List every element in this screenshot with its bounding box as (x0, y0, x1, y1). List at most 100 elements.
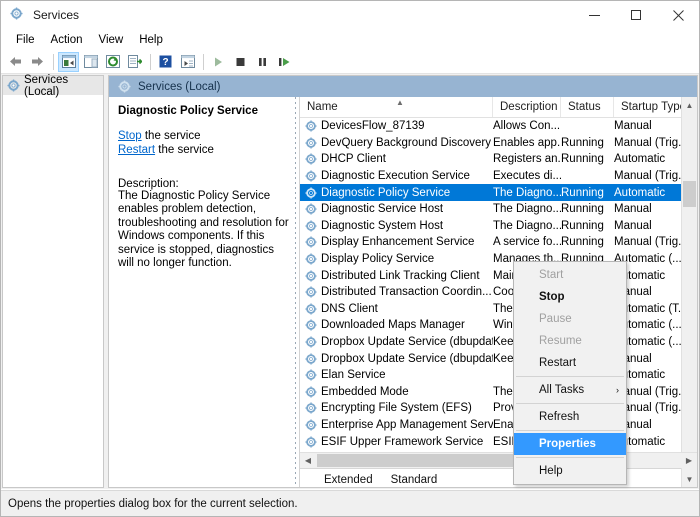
tab-extended[interactable]: Extended (315, 473, 382, 487)
properties-icon[interactable] (177, 52, 198, 72)
close-button[interactable] (657, 1, 699, 29)
table-row[interactable]: Elan ServiceRunningAutomatic (300, 367, 697, 384)
table-row[interactable]: DevicesFlow_87139 Allows Con... Manual (300, 118, 697, 135)
service-gear-icon (305, 187, 317, 199)
cell-description: The Diagno... (493, 203, 561, 216)
column-header-status[interactable]: Status (561, 97, 614, 117)
table-row[interactable]: DNS ClientThe DNS Cli...RunningAutomatic… (300, 301, 697, 318)
cell-startup-type: Manual (614, 219, 652, 232)
column-header-description[interactable]: Description (493, 97, 561, 117)
context-menu-item-restart[interactable]: Restart (514, 352, 626, 374)
window-title: Services (33, 8, 80, 22)
pause-service-icon[interactable] (252, 52, 273, 72)
service-gear-icon (305, 319, 317, 331)
context-menu-item-all-tasks[interactable]: All Tasks › (514, 379, 626, 401)
detail-pane-divider (292, 97, 299, 487)
cell-name: Diagnostic Execution Service (300, 170, 493, 182)
table-row[interactable]: DevQuery Background Discovery B... Enable… (300, 135, 697, 152)
scroll-down-arrow-icon[interactable]: ▼ (682, 471, 697, 487)
vertical-scroll-thumb[interactable] (683, 181, 696, 207)
context-menu-item-refresh[interactable]: Refresh (514, 406, 626, 428)
service-gear-icon (305, 369, 317, 381)
window-controls (573, 1, 699, 29)
back-icon[interactable] (5, 52, 26, 72)
column-label: Name (307, 101, 338, 113)
pane-header: Services (Local) (109, 76, 697, 97)
table-row[interactable]: Enterprise App Management ServiceEnables… (300, 417, 697, 434)
service-name-text: Diagnostic Service Host (321, 203, 444, 216)
service-name-text: Display Policy Service (321, 253, 435, 266)
table-row[interactable]: Distributed Link Tracking ClientMaintain… (300, 267, 697, 284)
stop-link[interactable]: Stop (118, 130, 142, 142)
table-row[interactable]: ESIF Upper Framework ServiceESIF Upper .… (300, 433, 697, 450)
cell-name: DNS Client (300, 303, 493, 315)
menu-help[interactable]: Help (131, 32, 171, 48)
stop-service-icon[interactable] (230, 52, 251, 72)
restart-link[interactable]: Restart (118, 144, 155, 156)
service-name-text: Dropbox Update Service (dbupdate) (321, 336, 493, 349)
forward-icon[interactable] (27, 52, 48, 72)
service-name-text: DevQuery Background Discovery B... (321, 136, 493, 149)
scroll-left-arrow-icon[interactable]: ◀ (300, 456, 316, 465)
table-row[interactable]: Embedded ModeThe Embed...Manual (Trig... (300, 384, 697, 401)
cell-startup-type: Automatic (614, 186, 666, 199)
status-bar-text: Opens the properties dialog box for the … (8, 497, 298, 510)
column-header-name[interactable]: Name ▲ (300, 97, 493, 117)
context-menu-item-stop[interactable]: Stop (514, 286, 626, 308)
table-row[interactable]: Diagnostic Policy Service The Diagno... Ru… (300, 184, 697, 201)
service-gear-icon (305, 170, 317, 182)
refresh-icon[interactable] (102, 52, 123, 72)
scroll-up-arrow-icon[interactable]: ▲ (682, 97, 697, 113)
table-row[interactable]: Diagnostic Service Host The Diagno... Runn… (300, 201, 697, 218)
tab-standard[interactable]: Standard (382, 473, 447, 487)
context-menu: Start Stop Pause Resume Restart All Tasks › Ref… (513, 261, 627, 485)
table-row[interactable]: Diagnostic Execution Service Executes di.… (300, 168, 697, 185)
menu-item-label: All Tasks (539, 384, 585, 396)
table-row[interactable]: Display Policy Service Manages th... Runni… (300, 251, 697, 268)
results-pane: Services (Local) Diagnostic Policy Servi… (108, 75, 698, 488)
service-gear-icon (305, 436, 317, 448)
context-menu-item-pause: Pause (514, 308, 626, 330)
table-row[interactable]: DHCP Client Registers an... Running Automat… (300, 151, 697, 168)
table-row[interactable]: Dropbox Update Service (dbupdate)Keeps y… (300, 334, 697, 351)
show-hide-action-pane-icon[interactable] (80, 52, 101, 72)
cell-name: ESIF Upper Framework Service (300, 436, 493, 448)
menu-view[interactable]: View (91, 32, 132, 48)
scroll-right-arrow-icon[interactable]: ▶ (681, 456, 697, 465)
service-name-text: Distributed Transaction Coordin... (321, 286, 492, 299)
table-row[interactable]: Diagnostic System Host The Diagno... Runni… (300, 218, 697, 235)
context-menu-item-properties[interactable]: Properties (514, 433, 626, 455)
restart-service-icon[interactable] (274, 52, 295, 72)
cell-name: Distributed Transaction Coordin... (300, 286, 493, 298)
cell-status: Running (561, 219, 604, 232)
show-hide-console-tree-icon[interactable] (58, 51, 79, 72)
export-list-icon[interactable] (124, 52, 145, 72)
table-row[interactable]: Encrypting File System (EFS)Provides th.… (300, 400, 697, 417)
table-row[interactable]: Display Enhancement Service A service fo.… (300, 234, 697, 251)
column-header-startup-type[interactable]: Startup Type (614, 97, 689, 117)
horizontal-scrollbar[interactable]: ◀ ▶ (300, 452, 697, 468)
cell-startup-type: Manual (Trig... (614, 170, 688, 183)
menu-file[interactable]: File (8, 32, 43, 48)
maximize-button[interactable] (615, 1, 657, 29)
cell-name: Dropbox Update Service (dbupdatem) (300, 353, 493, 365)
service-gear-icon (305, 153, 317, 166)
vertical-scrollbar[interactable]: ▲ ▼ (681, 97, 697, 487)
service-name-text: DHCP Client (321, 153, 386, 166)
menu-action[interactable]: Action (43, 32, 91, 48)
table-row[interactable]: Distributed Transaction Coordin...Coordi… (300, 284, 697, 301)
context-menu-item-help[interactable]: Help (514, 460, 626, 482)
table-row[interactable]: Dropbox Update Service (dbupdatem)Keeps … (300, 350, 697, 367)
service-name-text: Enterprise App Management Service (321, 418, 493, 431)
start-service-icon[interactable] (208, 52, 229, 72)
tree-item-services-local[interactable]: Services (Local) (3, 74, 104, 98)
table-row[interactable]: Downloaded Maps ManagerWindows se...Auto… (300, 317, 697, 334)
title-bar: Services (1, 1, 699, 29)
column-label: Startup Type (621, 101, 686, 113)
help-icon[interactable]: ? (155, 52, 176, 72)
cell-startup-type: Manual (614, 120, 652, 133)
service-name-text: Embedded Mode (321, 385, 409, 398)
main-body: Services (Local) Services (Local) Diagno… (1, 74, 699, 489)
minimize-button[interactable] (573, 1, 615, 29)
cell-name: Encrypting File System (EFS) (300, 402, 493, 414)
